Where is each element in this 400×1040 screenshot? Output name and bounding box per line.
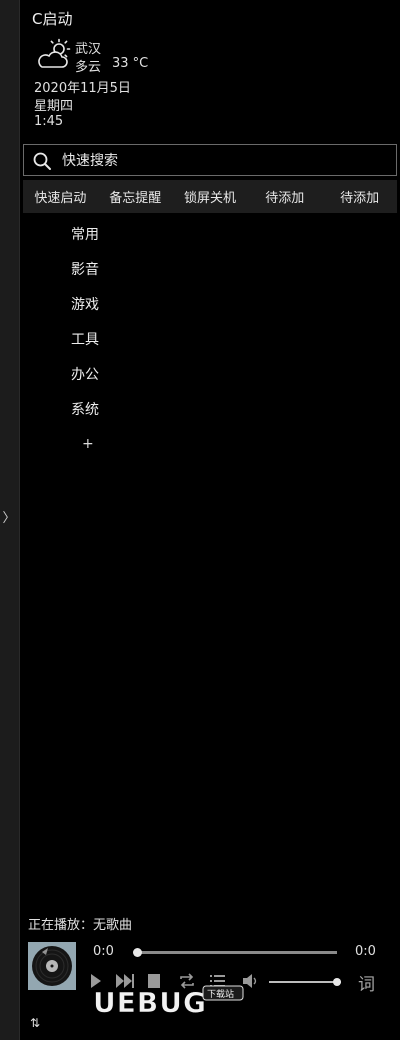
app-title: C启动 [32, 10, 73, 28]
main-panel: C启动 武汉 多云 33 °C 2020年11月5日 星期四 1:45 快速启动… [21, 0, 400, 1040]
search-box[interactable] [23, 144, 397, 176]
tab-bar: 快速启动 备忘提醒 锁屏关机 待添加 待添加 [23, 180, 397, 213]
lyrics-button[interactable]: 词 [358, 970, 375, 995]
category-item-media[interactable]: 影音 [71, 259, 99, 294]
tab-quick-launch[interactable]: 快速启动 [23, 180, 98, 213]
category-item-common[interactable]: 常用 [71, 224, 99, 259]
volume-slider[interactable] [269, 981, 341, 983]
tab-placeholder-1[interactable]: 待添加 [247, 180, 322, 213]
time-label: 1:45 [34, 114, 64, 129]
album-art-vinyl-icon [28, 942, 76, 990]
weekday-label: 星期四 [34, 99, 74, 114]
svg-text:UEBUG: UEBUG [93, 986, 207, 1019]
progress-bar[interactable] [135, 951, 337, 954]
uebug-watermark-logo: UEBUG 下载站 [93, 985, 244, 1019]
sidebar-strip: 〉 [0, 0, 20, 1040]
tab-memo-reminder[interactable]: 备忘提醒 [98, 180, 173, 213]
weather-condition: 多云 [75, 60, 102, 75]
duration-time: 0:0 [355, 944, 376, 959]
date-label: 2020年11月5日 [34, 81, 131, 96]
sidebar-toggle-button[interactable]: 〉 [2, 508, 16, 530]
svg-text:下载站: 下载站 [207, 988, 234, 1000]
sort-toggle-button[interactable]: ⇅ [30, 1016, 40, 1030]
category-item-games[interactable]: 游戏 [71, 294, 99, 329]
tab-lock-shutdown[interactable]: 锁屏关机 [173, 180, 248, 213]
volume-handle[interactable] [333, 978, 342, 986]
category-item-system[interactable]: 系统 [71, 399, 99, 434]
tab-placeholder-2[interactable]: 待添加 [322, 180, 397, 213]
now-playing-label: 正在播放：无歌曲 [28, 918, 133, 933]
add-category-button[interactable]: + [82, 436, 94, 452]
weather-temperature: 33 °C [112, 56, 149, 71]
category-list: 常用 影音 游戏 工具 办公 系统 [71, 224, 99, 434]
progress-handle[interactable] [133, 948, 142, 957]
category-item-tools[interactable]: 工具 [71, 329, 99, 364]
category-item-office[interactable]: 办公 [71, 364, 99, 399]
partly-cloudy-icon [38, 38, 71, 68]
search-input[interactable] [60, 149, 384, 173]
weather-city: 武汉 [75, 42, 102, 57]
search-icon [33, 152, 51, 170]
elapsed-time: 0:0 [93, 944, 114, 959]
